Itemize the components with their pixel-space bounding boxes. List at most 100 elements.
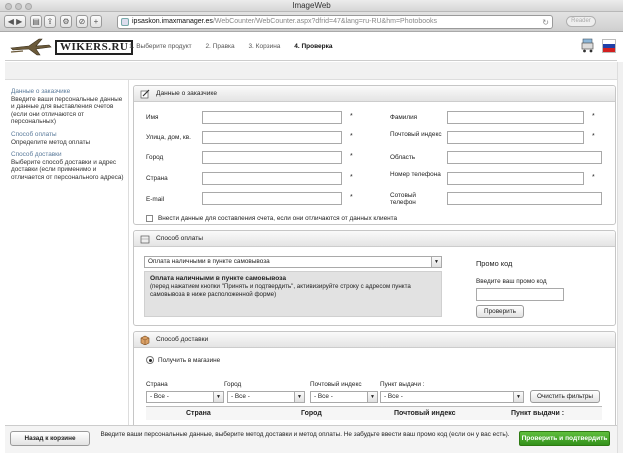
billing-checkbox-label[interactable]: Внести данные для составления счета, есл… (158, 215, 397, 222)
column-postal[interactable]: Почтовый индекс (394, 410, 456, 417)
back-forward-buttons[interactable]: ◀ ▶ (4, 15, 26, 28)
payment-info-text: (перед нажатием кнопки "Принять и подтве… (150, 283, 411, 298)
customer-panel-header: Данные о заказчике (134, 86, 615, 102)
phone-label: Номер телефона (390, 171, 441, 178)
reload-icon[interactable]: ↻ (542, 17, 549, 28)
footer-message: Введите ваши персональные данные, выбери… (100, 431, 510, 438)
check-and-confirm-button[interactable]: Проверить и подтвердить (519, 431, 610, 446)
required-mark: * (592, 133, 595, 140)
share-icon[interactable]: ⇪ (44, 15, 56, 28)
minimize-dot-icon[interactable] (15, 3, 22, 10)
payment-panel-header: Способ оплаты (134, 231, 615, 247)
address-bar[interactable]: ipsaskon.imaxmanager.es/WebCounter/WebCo… (117, 15, 553, 29)
payment-panel-title: Способ оплаты (156, 235, 204, 242)
browser-window: ImageWeb ◀ ▶ ▤ ⇪ ⚙ ⊘ + ipsaskon.imaxmana… (0, 0, 623, 458)
sidebar-head-delivery[interactable]: Способ доставки (11, 151, 124, 159)
site-logo[interactable]: WIKERS.RU (9, 36, 134, 58)
payment-panel: Способ оплаты Оплата наличными в пункте … (133, 230, 616, 326)
email-label: E-mail (146, 196, 165, 203)
sidebar-head-payment[interactable]: Способ оплаты (11, 131, 124, 139)
first-name-input[interactable] (202, 111, 342, 124)
filter-postal-select[interactable]: - Все - ▼ (310, 391, 378, 403)
column-country[interactable]: Страна (186, 410, 211, 417)
dropdown-arrow-icon[interactable]: ▼ (213, 392, 223, 402)
back-icon[interactable]: ◀ (8, 17, 14, 26)
sidebar: Данные о заказчике Введите ваши персонал… (5, 80, 129, 425)
required-mark: * (592, 113, 595, 120)
reader-button[interactable]: Reader (566, 16, 596, 27)
region-input[interactable] (447, 151, 602, 164)
region-label: Область (390, 154, 416, 161)
dropdown-arrow-icon[interactable]: ▼ (294, 392, 304, 402)
last-name-input[interactable] (447, 111, 584, 124)
pickup-radio-label[interactable]: Получить в магазине (158, 357, 220, 364)
step-item[interactable]: 3. Корзина (248, 43, 280, 50)
required-mark: * (592, 174, 595, 181)
filter-country-select[interactable]: - Все - ▼ (146, 391, 224, 403)
sidebar-head-customer[interactable]: Данные о заказчике (11, 88, 124, 96)
add-icon[interactable]: + (90, 15, 102, 28)
step-item[interactable]: 1. Выберите продукт (129, 43, 192, 50)
step-item[interactable]: 2. Правка (205, 43, 234, 50)
street-input[interactable] (202, 131, 342, 144)
column-city[interactable]: Город (301, 410, 322, 417)
required-mark: * (350, 194, 353, 201)
filter-pickup-value: - Все - (384, 393, 403, 400)
filter-city-label: Город (224, 381, 242, 388)
site-header: WIKERS.RU 1. Выберите продукт 2. Правка … (5, 33, 617, 61)
country-input[interactable] (202, 172, 342, 185)
email-input[interactable] (202, 192, 342, 205)
step-item-active: 4. Проверка (294, 43, 333, 50)
check-promo-button[interactable]: Проверить (476, 305, 524, 318)
cart-icon[interactable] (581, 37, 595, 53)
page-scrollbar[interactable] (617, 62, 623, 453)
zoom-dot-icon[interactable] (25, 3, 32, 10)
filter-pickup-select[interactable]: - Все - ▼ (380, 391, 524, 403)
first-name-label: Имя (146, 114, 159, 121)
logo-text: WIKERS.RU (55, 40, 134, 55)
window-titlebar: ImageWeb (0, 0, 623, 12)
filter-pickup-label: Пункт выдачи : (380, 381, 425, 388)
customer-panel: Данные о заказчике Имя * Улица, дом, кв.… (133, 85, 616, 225)
url-host: ipsaskon.imaxmanager.es (132, 18, 213, 25)
last-name-label: Фамилия (390, 114, 418, 121)
dropdown-arrow-icon[interactable]: ▼ (431, 257, 441, 267)
filter-country-value: - Все - (150, 393, 169, 400)
settings-icon[interactable]: ⚙ (60, 15, 72, 28)
clear-filters-button[interactable]: Очистить фильтры (530, 390, 600, 403)
billing-checkbox[interactable] (146, 215, 153, 222)
footer-bar: Назад к корзине Введите ваши персональны… (5, 425, 617, 453)
postal-code-input[interactable] (447, 131, 584, 144)
filter-country-label: Страна (146, 381, 168, 388)
stop-icon[interactable]: ⊘ (76, 15, 88, 28)
url-path: /WebCounter/WebCounter.aspx?dfrid=47&lan… (212, 18, 438, 25)
payment-info-box: Оплата наличными в пункте самовывоза (пе… (144, 271, 442, 317)
pencil-icon (140, 89, 150, 99)
payment-method-value: Оплата наличными в пункте самовывоза (148, 258, 270, 265)
postal-code-label: Почтовый индекс (390, 131, 442, 138)
russian-flag-icon[interactable] (602, 39, 616, 53)
mobile-input[interactable] (447, 192, 602, 205)
bookmarks-icon[interactable]: ▤ (30, 15, 42, 28)
payment-method-select[interactable]: Оплата наличными в пункте самовывоза ▼ (144, 256, 442, 268)
required-mark: * (350, 113, 353, 120)
forward-icon[interactable]: ▶ (16, 17, 22, 26)
back-to-cart-button[interactable]: Назад к корзине (10, 431, 90, 446)
city-label: Город (146, 154, 164, 161)
filter-city-select[interactable]: - Все - ▼ (227, 391, 305, 403)
close-dot-icon[interactable] (5, 3, 12, 10)
dropdown-arrow-icon[interactable]: ▼ (513, 392, 523, 402)
dropdown-arrow-icon[interactable]: ▼ (367, 392, 377, 402)
promo-title: Промо код (476, 259, 513, 268)
main-content: Данные о заказчике Имя * Улица, дом, кв.… (130, 80, 616, 425)
delivery-panel-title: Способ доставки (156, 336, 209, 343)
promo-code-input[interactable] (476, 288, 564, 301)
wallet-icon (140, 235, 150, 244)
mobile-label: Сотовый телефон (390, 192, 416, 206)
pickup-radio[interactable] (146, 356, 154, 364)
required-mark: * (350, 174, 353, 181)
column-pickup[interactable]: Пункт выдачи : (511, 410, 564, 417)
city-input[interactable] (202, 151, 342, 164)
browser-toolbar: ◀ ▶ ▤ ⇪ ⚙ ⊘ + ipsaskon.imaxmanager.es/We… (0, 12, 623, 32)
phone-input[interactable] (447, 172, 584, 185)
